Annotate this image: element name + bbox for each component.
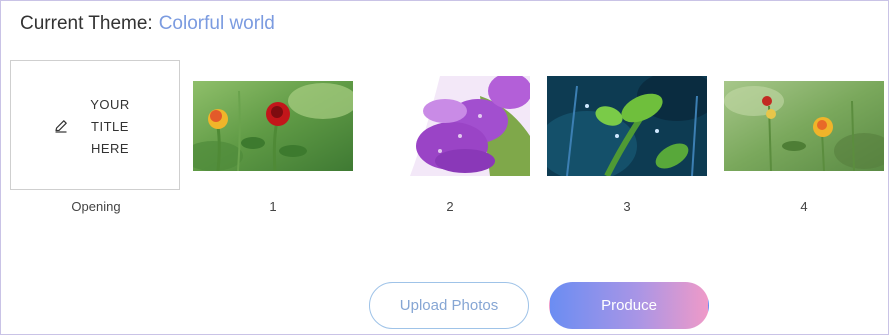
photo-thumbnail-3[interactable] (547, 76, 707, 176)
photo-thumbnail-1[interactable] (193, 81, 353, 171)
photo-image-2 (370, 76, 530, 176)
produce-button[interactable]: Produce (549, 282, 709, 329)
photo-caption-1: 1 (269, 199, 277, 214)
opening-title-card[interactable]: YOUR TITLE HERE (10, 60, 180, 190)
photo-image-4 (724, 81, 884, 171)
photo-image-3 (547, 76, 707, 176)
current-theme-label: Current Theme: (20, 13, 153, 34)
photo-caption-2: 2 (446, 199, 454, 214)
upload-photos-button[interactable]: Upload Photos (369, 282, 529, 329)
photo-caption-3: 3 (623, 199, 631, 214)
opening-caption: Opening (71, 199, 121, 214)
photo-thumbnail-4[interactable] (724, 81, 884, 171)
photo-caption-4: 4 (800, 199, 808, 214)
photo-thumbnail-2[interactable] (370, 76, 530, 176)
theme-panel: Current Theme: Colorful world YOUR TITLE … (0, 0, 889, 335)
current-theme-heading: Current Theme: Colorful world (20, 13, 275, 35)
photo-image-1 (193, 81, 353, 171)
pencil-icon (55, 120, 67, 133)
theme-name-link[interactable]: Colorful world (159, 13, 275, 34)
opening-title-placeholder: YOUR TITLE HERE (90, 97, 130, 156)
